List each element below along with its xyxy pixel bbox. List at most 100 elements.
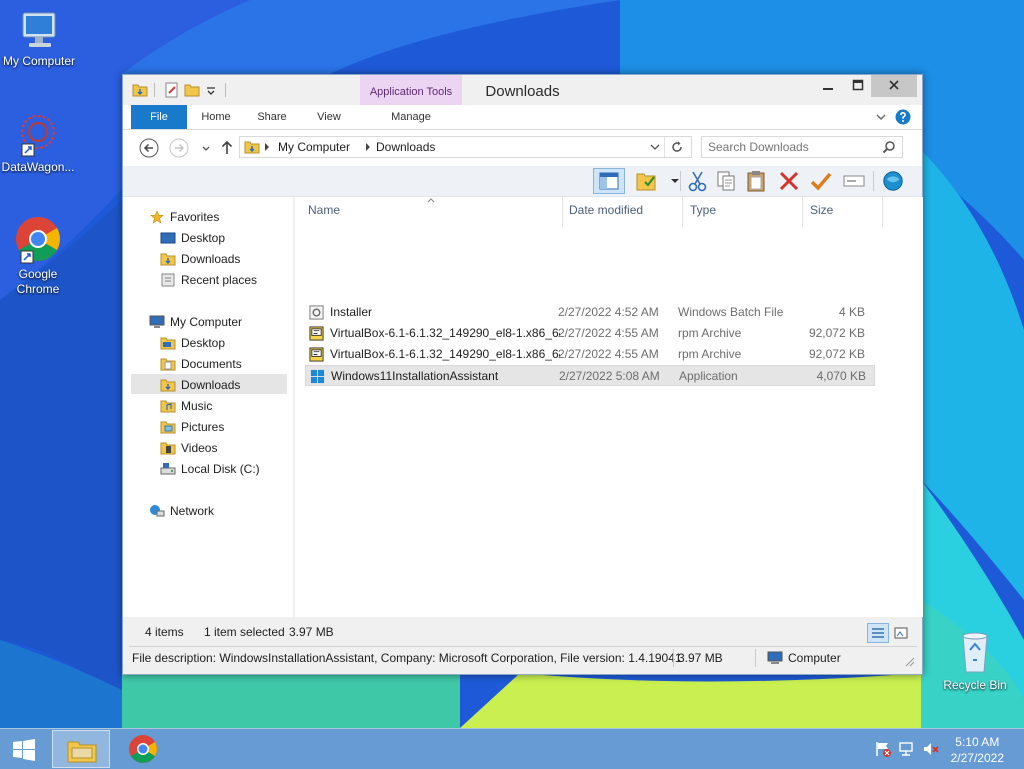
paste-icon[interactable]: [745, 169, 769, 193]
breadcrumb-separator-icon: [366, 143, 370, 151]
breadcrumb-my-computer[interactable]: My Computer: [278, 140, 350, 154]
nav-computer-documents[interactable]: Documents: [160, 354, 242, 374]
nav-computer-downloads[interactable]: Downloads: [160, 375, 240, 395]
column-header-size[interactable]: Size: [810, 203, 833, 217]
chevron-down-icon[interactable]: [663, 169, 687, 193]
tab-home[interactable]: Home: [193, 105, 239, 129]
properties-quick-icon[interactable]: [163, 81, 181, 99]
breadcrumb-downloads[interactable]: Downloads: [376, 140, 435, 154]
tab-share[interactable]: Share: [249, 105, 295, 129]
nav-favorites-downloads[interactable]: Downloads: [160, 249, 240, 269]
column-divider: [682, 197, 683, 227]
sort-ascending-icon: [427, 198, 435, 203]
toolbar-divider: [873, 171, 874, 191]
windows-logo-icon: [13, 739, 35, 761]
column-divider: [562, 197, 563, 227]
back-icon[interactable]: [139, 138, 159, 158]
taskbar-file-explorer[interactable]: [52, 730, 110, 768]
large-icons-view-button[interactable]: [891, 623, 911, 643]
search-input[interactable]: [706, 138, 878, 156]
column-header-name[interactable]: Name: [308, 203, 340, 217]
close-button[interactable]: [871, 75, 917, 97]
minimize-button[interactable]: [813, 75, 843, 97]
search-box[interactable]: [701, 136, 903, 158]
explorer-window: Downloads Application Tools File Home Sh…: [122, 74, 923, 675]
desktop-icon-datawagon[interactable]: DataWagon...: [0, 112, 76, 175]
nav-favorites-recent-places[interactable]: Recent places: [160, 270, 257, 290]
nav-computer-videos[interactable]: Videos: [160, 438, 217, 458]
close-icon: [889, 80, 899, 90]
cut-icon[interactable]: [686, 169, 710, 193]
new-folder-quick-icon[interactable]: [183, 81, 201, 99]
tab-view[interactable]: View: [306, 105, 352, 129]
rename-field-icon[interactable]: [842, 169, 866, 193]
file-name: VirtualBox-6.1-6.1.32_149290_el8-1.x86_6…: [330, 347, 560, 361]
globe-properties-icon[interactable]: [881, 169, 905, 193]
file-list: Name Date modified Type Size Installer 2…: [294, 197, 923, 617]
rename-check-icon[interactable]: [809, 169, 833, 193]
file-row-installer[interactable]: Installer 2/27/2022 4:52 AM Windows Batc…: [305, 302, 875, 323]
chevron-down-icon[interactable]: [650, 143, 660, 151]
nav-label: Pictures: [181, 420, 225, 434]
batch-file-icon: [309, 305, 324, 320]
file-row-virtualbox-2[interactable]: VirtualBox-6.1-6.1.32_149290_el8-1.x86_6…: [305, 344, 875, 365]
hard-drive-icon: [160, 463, 176, 475]
column-header-type[interactable]: Type: [690, 203, 716, 217]
chevron-down-icon[interactable]: [875, 112, 887, 122]
nav-computer-desktop[interactable]: Desktop: [160, 333, 225, 353]
refresh-icon[interactable]: [670, 140, 684, 154]
nav-favorites[interactable]: Favorites: [149, 207, 219, 227]
desktop-icon: [160, 232, 176, 244]
system-clock[interactable]: 5:10 AM 2/27/2022: [951, 734, 1004, 766]
column-header-date[interactable]: Date modified: [569, 203, 643, 217]
file-name: VirtualBox-6.1-6.1.32_149290_el8-1.x86_6…: [330, 326, 560, 340]
recent-locations-icon[interactable]: [196, 138, 216, 158]
desktop-icon-google-chrome[interactable]: Google Chrome: [0, 215, 76, 297]
nav-my-computer-label: My Computer: [170, 315, 243, 329]
file-date: 2/27/2022 4:55 AM: [558, 347, 659, 361]
rpm-archive-icon: [309, 347, 324, 362]
nav-label: Videos: [181, 441, 218, 455]
nav-computer-pictures[interactable]: Pictures: [160, 417, 224, 437]
nav-label: Documents: [181, 357, 242, 371]
taskbar-chrome[interactable]: [124, 730, 164, 768]
nav-favorites-desktop[interactable]: Desktop: [160, 228, 225, 248]
folder-download-icon: [160, 379, 176, 392]
nav-label: Downloads: [181, 378, 241, 392]
file-row-virtualbox-1[interactable]: VirtualBox-6.1-6.1.32_149290_el8-1.x86_6…: [305, 323, 875, 344]
search-icon[interactable]: [882, 140, 896, 154]
preview-pane-toggle[interactable]: [593, 168, 625, 194]
details-view-button[interactable]: [867, 623, 889, 643]
desktop-icon-recycle-bin[interactable]: Recycle Bin: [937, 630, 1013, 693]
file-type: rpm Archive: [678, 347, 742, 361]
nav-computer-music[interactable]: Music: [160, 396, 212, 416]
file-row-windows11-assistant[interactable]: Windows11InstallationAssistant 2/27/2022…: [305, 365, 875, 386]
select-folder-icon[interactable]: [635, 169, 659, 193]
resize-grip-icon[interactable]: [903, 655, 915, 667]
maximize-button[interactable]: [843, 75, 873, 97]
delete-icon[interactable]: [777, 169, 801, 193]
start-button[interactable]: [4, 731, 44, 767]
nav-computer-local-disk[interactable]: Local Disk (C:): [160, 459, 260, 479]
chevron-down-icon[interactable]: [205, 81, 217, 99]
forward-icon[interactable]: [169, 138, 189, 158]
folder-quick-icon[interactable]: [131, 81, 149, 99]
action-center-flag-icon[interactable]: [874, 740, 892, 758]
folder-documents-icon: [160, 358, 176, 371]
volume-muted-icon[interactable]: [922, 740, 940, 758]
copy-icon[interactable]: [714, 169, 738, 193]
title-bar[interactable]: Downloads: [123, 75, 922, 105]
folder-videos-icon: [160, 442, 176, 455]
desktop-icon-my-computer[interactable]: My Computer: [1, 10, 77, 69]
up-arrow-icon[interactable]: [217, 138, 237, 158]
network-status-icon[interactable]: [898, 740, 916, 758]
tab-manage[interactable]: Manage: [360, 105, 462, 129]
tab-file[interactable]: File: [131, 105, 187, 129]
chrome-icon: [16, 217, 60, 264]
folder-icon: [160, 337, 176, 350]
help-icon[interactable]: [895, 109, 911, 125]
address-bar[interactable]: My Computer Downloads: [239, 136, 692, 158]
nav-network[interactable]: Network: [149, 501, 214, 521]
nav-my-computer[interactable]: My Computer: [149, 312, 242, 332]
navigation-pane: Favorites Desktop Downloads Recent place…: [123, 197, 293, 617]
